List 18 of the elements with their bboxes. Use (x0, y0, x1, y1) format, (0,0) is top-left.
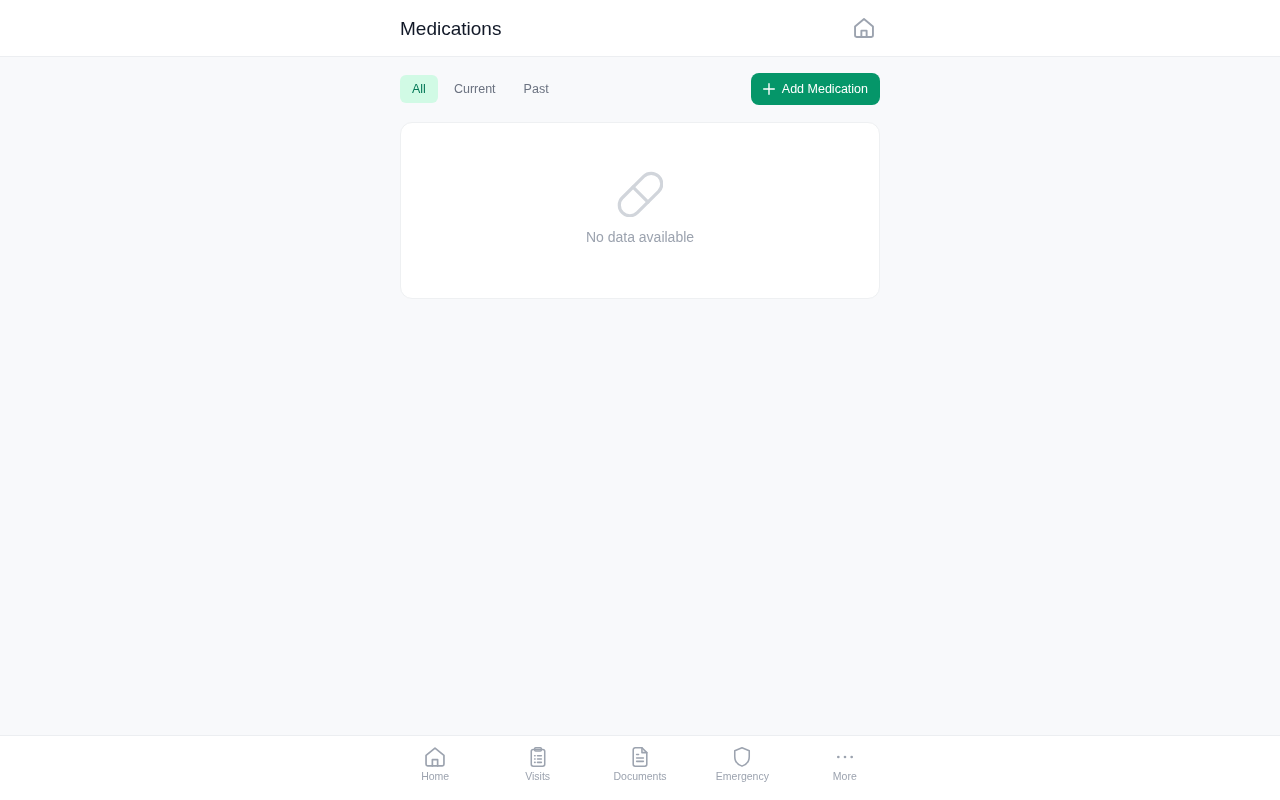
shield-icon (732, 747, 753, 767)
filter-tab[interactable]: Past (511, 75, 561, 103)
empty-state-message: No data available (585, 228, 695, 247)
filter-tab[interactable]: All (400, 75, 438, 103)
filter-tab[interactable]: Current (441, 75, 508, 103)
add-medication-button[interactable]: Add Medication (750, 73, 880, 105)
home-icon (425, 747, 446, 767)
more-dots-icon (836, 755, 853, 759)
bottom-nav-item[interactable]: Visits (486, 736, 589, 785)
bottom-nav-item[interactable]: More (793, 736, 897, 785)
plus-icon (762, 83, 775, 95)
pill-icon (617, 171, 663, 217)
page-title: Medications (400, 18, 502, 38)
document-icon (630, 747, 650, 767)
bottom-nav-item[interactable]: Documents (588, 736, 692, 785)
home-icon[interactable] (854, 18, 874, 38)
bottom-nav-item[interactable]: Home (384, 736, 487, 785)
bottom-nav-item[interactable]: Emergency (691, 736, 794, 785)
